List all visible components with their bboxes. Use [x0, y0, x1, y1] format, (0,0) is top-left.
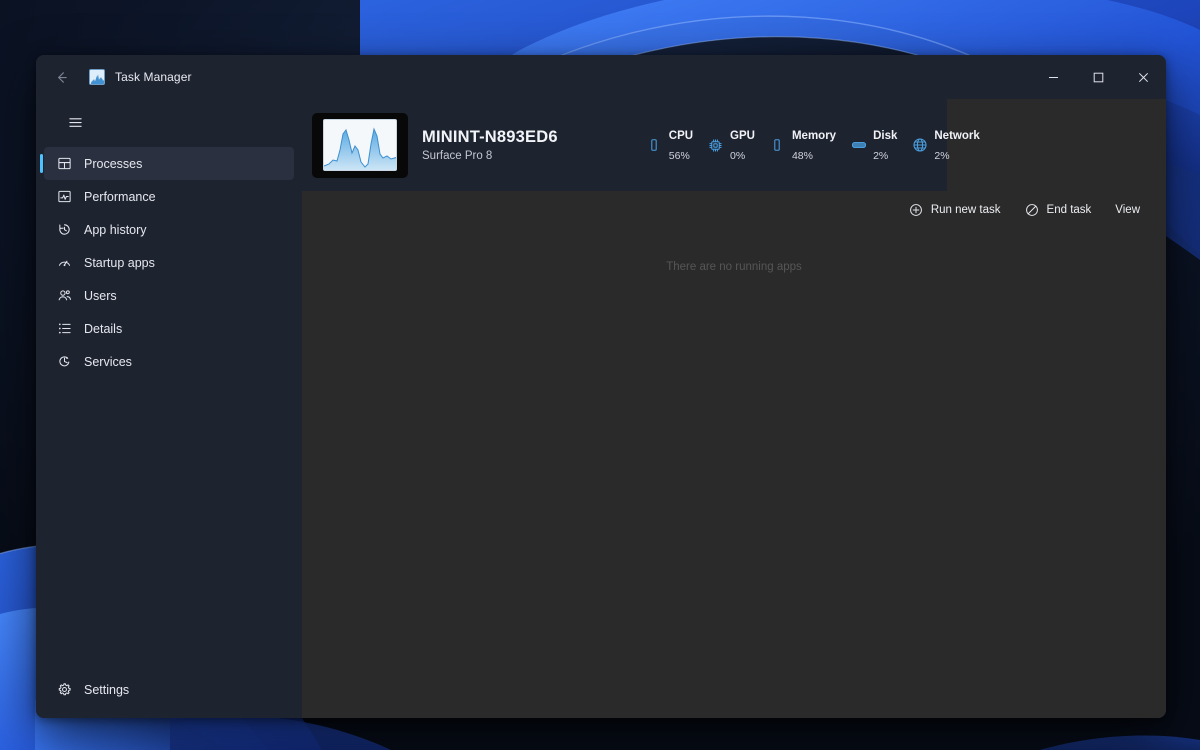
gpu-chip-icon [707, 137, 724, 154]
end-task-label: End task [1047, 204, 1092, 216]
disk-icon [850, 137, 867, 154]
sidebar-item-label: Processes [84, 157, 142, 171]
metric-gpu[interactable]: GPU 0% [707, 125, 755, 164]
sidebar-nav: Processes Performance [36, 147, 302, 378]
metric-disk[interactable]: Disk 2% [850, 125, 897, 164]
metric-value: 48% [792, 150, 813, 162]
content-pane: MININT-N893ED6 Surface Pro 8 CPU [302, 99, 1166, 718]
gear-icon [56, 682, 72, 698]
metric-label: GPU [730, 130, 755, 142]
sidebar-item-details[interactable]: Details [44, 312, 294, 345]
sidebar-item-label: Settings [84, 683, 129, 697]
metric-label: Memory [792, 130, 836, 142]
metric-value: 2% [934, 150, 949, 162]
device-name: MININT-N893ED6 [422, 128, 558, 147]
metric-value: 2% [873, 150, 888, 162]
window-body: Processes Performance [36, 99, 1166, 718]
device-header: MININT-N893ED6 Surface Pro 8 CPU [302, 99, 1166, 191]
performance-graph-thumbnail[interactable] [312, 113, 408, 178]
view-button[interactable]: View [1105, 196, 1150, 224]
metric-value: 0% [730, 150, 745, 162]
sidebar-item-startup-apps[interactable]: Startup apps [44, 246, 294, 279]
services-icon [56, 354, 72, 370]
metric-memory[interactable]: Memory 48% [769, 125, 836, 164]
sidebar: Processes Performance [36, 99, 302, 718]
sidebar-item-label: App history [84, 223, 147, 237]
close-button[interactable] [1121, 55, 1166, 99]
sidebar-item-settings[interactable]: Settings [44, 673, 294, 706]
sidebar-item-performance[interactable]: Performance [44, 180, 294, 213]
empty-state-message: There are no running apps [302, 261, 1166, 273]
run-new-task-button[interactable]: Run new task [899, 196, 1011, 224]
device-model: Surface Pro 8 [422, 150, 558, 162]
hamburger-menu-icon[interactable] [56, 105, 94, 139]
task-manager-window: Task Manager [36, 55, 1166, 718]
device-info: MININT-N893ED6 Surface Pro 8 [422, 128, 558, 162]
performance-icon [56, 189, 72, 205]
metric-network[interactable]: Network 2% [911, 125, 979, 164]
desktop: Task Manager [0, 0, 1200, 750]
sidebar-item-label: Services [84, 355, 132, 369]
processes-icon [56, 156, 72, 172]
window-controls [1031, 55, 1166, 99]
action-toolbar: Run new task End task View [302, 191, 1166, 229]
run-new-task-label: Run new task [931, 204, 1001, 216]
sidebar-item-app-history[interactable]: App history [44, 213, 294, 246]
view-label: View [1115, 204, 1140, 216]
sidebar-spacer [36, 378, 302, 673]
task-manager-icon [89, 69, 105, 85]
metric-label: Disk [873, 130, 897, 142]
back-arrow-icon[interactable] [43, 62, 79, 92]
startup-icon [56, 255, 72, 271]
metric-label: Network [934, 130, 979, 142]
prohibited-circle-icon [1025, 203, 1040, 218]
metric-cpu[interactable]: CPU 56% [646, 125, 693, 164]
end-task-button[interactable]: End task [1015, 196, 1102, 224]
sidebar-item-label: Startup apps [84, 256, 155, 270]
metric-value: 56% [669, 150, 690, 162]
memory-icon [769, 137, 786, 154]
plus-circle-icon [909, 203, 924, 218]
sidebar-item-users[interactable]: Users [44, 279, 294, 312]
sidebar-item-services[interactable]: Services [44, 345, 294, 378]
sidebar-item-label: Details [84, 322, 122, 336]
users-icon [56, 288, 72, 304]
metric-label: CPU [669, 130, 693, 142]
sidebar-item-label: Users [84, 289, 117, 303]
title-bar[interactable]: Task Manager [36, 55, 1166, 99]
sidebar-item-label: Performance [84, 190, 156, 204]
window-title: Task Manager [115, 70, 192, 84]
minimize-button[interactable] [1031, 55, 1076, 99]
cpu-icon [646, 137, 663, 154]
network-globe-icon [911, 137, 928, 154]
sidebar-item-processes[interactable]: Processes [44, 147, 294, 180]
process-list-area: There are no running apps [302, 229, 1166, 718]
details-icon [56, 321, 72, 337]
metrics-summary: CPU 56% [646, 125, 994, 164]
history-icon [56, 222, 72, 238]
maximize-button[interactable] [1076, 55, 1121, 99]
